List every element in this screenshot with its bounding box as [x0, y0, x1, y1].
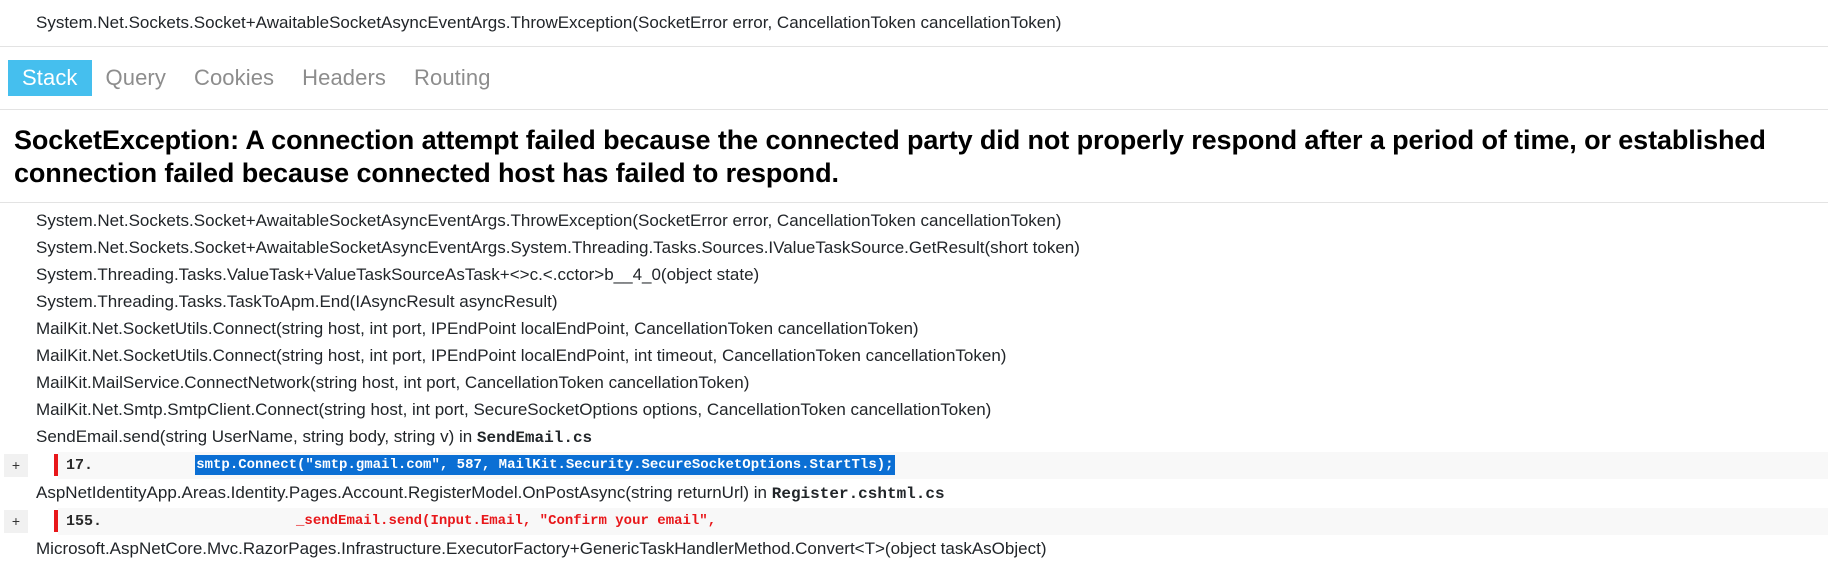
stack-frame: MailKit.Net.SocketUtils.Connect(string h… — [0, 315, 1828, 342]
stack-frame-text: MailKit.Net.SocketUtils.Connect(string h… — [36, 346, 1007, 365]
source-code-text: _sendEmail.send(Input.Email, "Confirm yo… — [128, 508, 1828, 535]
stack-frame: System.Net.Sockets.Socket+AwaitableSocke… — [0, 207, 1828, 234]
stack-frame: System.Net.Sockets.Socket+AwaitableSocke… — [0, 234, 1828, 261]
stack-frame: System.Threading.Tasks.ValueTask+ValueTa… — [0, 261, 1828, 288]
stack-frame-text: Microsoft.AspNetCore.Mvc.RazorPages.Infr… — [36, 539, 1047, 558]
stack-frame-file: SendEmail.cs — [476, 429, 593, 447]
stack-frame-text: MailKit.MailService.ConnectNetwork(strin… — [36, 373, 750, 392]
tab-cookies[interactable]: Cookies — [180, 60, 288, 96]
stack-frame: MailKit.Net.SocketUtils.Connect(string h… — [0, 342, 1828, 369]
source-code-row: +155. _sendEmail.send(Input.Email, "Conf… — [0, 508, 1828, 535]
source-line-number: 155. — [58, 508, 128, 535]
expand-icon[interactable]: + — [4, 454, 28, 477]
selected-code: smtp.Connect("smtp.gmail.com", 587, Mail… — [195, 455, 895, 475]
stack-frame: System.Threading.Tasks.TaskToApm.End(IAs… — [0, 288, 1828, 315]
stack-frame: AspNetIdentityApp.Areas.Identity.Pages.A… — [0, 479, 1828, 508]
source-code-row: +17. smtp.Connect("smtp.gmail.com", 587,… — [0, 452, 1828, 479]
source-line-number: 17. — [58, 452, 128, 479]
code-text: _sendEmail.send(Input.Email, "Confirm yo… — [296, 513, 717, 529]
stack-frame: MailKit.Net.Smtp.SmtpClient.Connect(stri… — [0, 396, 1828, 423]
stack-frame-text: AspNetIdentityApp.Areas.Identity.Pages.A… — [36, 483, 772, 502]
gutter-gap — [28, 508, 54, 535]
gutter-gap — [28, 452, 54, 479]
stack-frame-text: System.Threading.Tasks.TaskToApm.End(IAs… — [36, 292, 558, 311]
source-code-text: smtp.Connect("smtp.gmail.com", 587, Mail… — [128, 452, 1828, 479]
stack-frame: MailKit.MailService.ConnectNetwork(strin… — [0, 369, 1828, 396]
tab-stack[interactable]: Stack — [8, 60, 92, 96]
top-exception-signature: System.Net.Sockets.Socket+AwaitableSocke… — [36, 13, 1062, 32]
tab-routing[interactable]: Routing — [400, 60, 505, 96]
error-page: System.Net.Sockets.Socket+AwaitableSocke… — [0, 0, 1828, 586]
stack-frame-text: System.Threading.Tasks.ValueTask+ValueTa… — [36, 265, 760, 284]
stack-frame-list: System.Net.Sockets.Socket+AwaitableSocke… — [0, 203, 1828, 562]
tab-bar: Stack Query Cookies Headers Routing — [0, 47, 1828, 109]
stack-frame-text: MailKit.Net.Smtp.SmtpClient.Connect(stri… — [36, 400, 992, 419]
tab-headers[interactable]: Headers — [288, 60, 400, 96]
tab-query[interactable]: Query — [92, 60, 180, 96]
expand-icon[interactable]: + — [4, 510, 28, 533]
stack-frame-text: MailKit.Net.SocketUtils.Connect(string h… — [36, 319, 919, 338]
stack-frame-text: SendEmail.send(string UserName, string b… — [36, 427, 477, 446]
stack-frame-file: Register.cshtml.cs — [771, 485, 945, 503]
stack-frame: Microsoft.AspNetCore.Mvc.RazorPages.Infr… — [0, 535, 1828, 562]
stack-frame-text: System.Net.Sockets.Socket+AwaitableSocke… — [36, 211, 1062, 230]
stack-frame: SendEmail.send(string UserName, string b… — [0, 423, 1828, 452]
stack-frame-text: System.Net.Sockets.Socket+AwaitableSocke… — [36, 238, 1080, 257]
exception-heading: SocketException: A connection attempt fa… — [14, 125, 1766, 188]
